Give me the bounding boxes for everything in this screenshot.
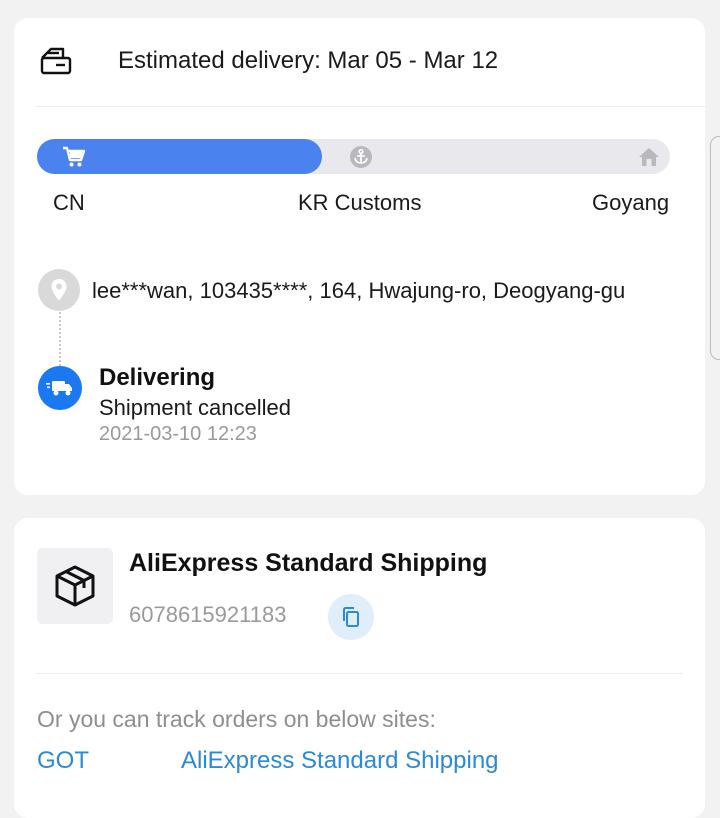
delivery-address: lee***wan, 103435****, 164, Hwajung-ro, …	[92, 278, 626, 303]
track-link-got[interactable]: GOT	[37, 747, 89, 775]
delivery-card: Estimated delivery: Mar 05 - Mar 12 CN K…	[14, 18, 705, 495]
stop-label-customs: KR Customs	[298, 190, 422, 215]
cart-icon	[56, 139, 91, 174]
copy-icon	[343, 607, 359, 627]
timeline-connector	[59, 312, 61, 366]
truck-icon	[38, 366, 82, 410]
estimated-delivery-text: Estimated delivery: Mar 05 - Mar 12	[118, 47, 499, 74]
home-icon	[631, 139, 666, 174]
status-time: 2021-03-10 12:23	[99, 423, 257, 445]
location-pin-icon	[38, 269, 80, 311]
shipping-progress-bar	[37, 139, 670, 174]
copy-tracking-button[interactable]	[328, 594, 374, 640]
carrier-name: AliExpress Standard Shipping	[129, 549, 488, 577]
tracking-number: 6078615921183	[129, 602, 287, 627]
divider	[36, 673, 683, 674]
track-link-aliexpress[interactable]: AliExpress Standard Shipping	[181, 747, 499, 775]
package-icon	[37, 548, 113, 624]
anchor-icon	[343, 139, 378, 174]
delivery-box-icon	[36, 41, 76, 81]
stop-label-destination: Goyang	[592, 190, 670, 215]
side-panel-edge	[710, 136, 720, 360]
divider	[36, 106, 705, 107]
estimated-delivery-row: Estimated delivery: Mar 05 - Mar 12	[36, 40, 696, 82]
status-title: Delivering	[99, 364, 216, 391]
track-sites-hint: Or you can track orders on below sites:	[37, 706, 436, 732]
status-subtitle: Shipment cancelled	[99, 395, 292, 420]
stop-label-origin: CN	[53, 190, 85, 215]
shipping-card: AliExpress Standard Shipping 60786159211…	[14, 518, 705, 818]
